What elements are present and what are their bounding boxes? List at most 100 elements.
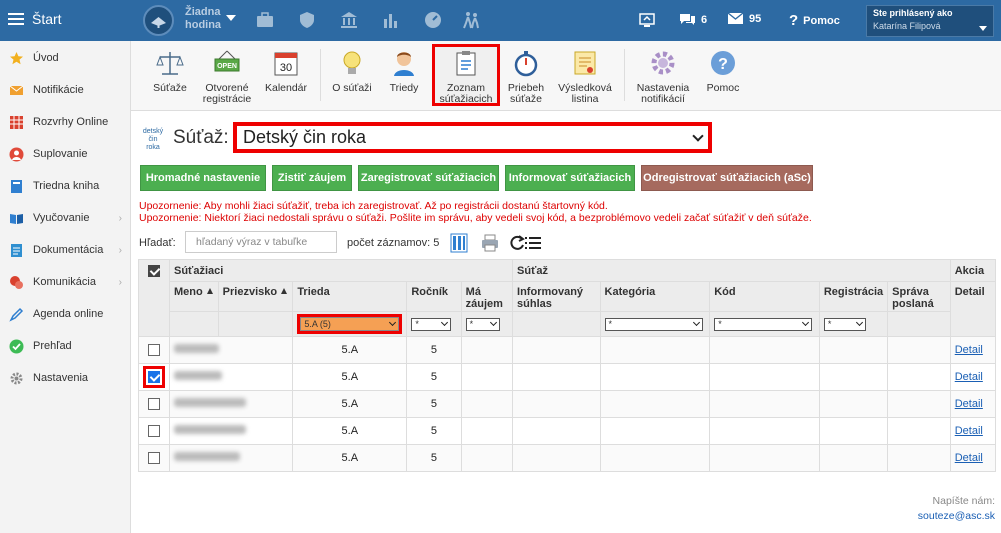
sidebar-item-triedna-kniha[interactable]: Triedna kniha: [0, 174, 130, 198]
class-cell: 5.A: [292, 363, 408, 391]
col-category[interactable]: Kategória: [599, 281, 711, 312]
filter-class-select[interactable]: 5.A (5): [300, 317, 400, 331]
col-class[interactable]: Trieda: [292, 281, 408, 312]
tool-about[interactable]: O súťaži: [328, 47, 376, 109]
contest-select[interactable]: Detský čin roka: [233, 122, 712, 153]
help-link[interactable]: ? Pomoc: [789, 12, 840, 29]
col-surname[interactable]: Priezvisko: [217, 281, 294, 312]
bar-chart-icon[interactable]: [382, 11, 400, 29]
tool-notification-settings[interactable]: Nastavenia notifikácií: [633, 47, 693, 109]
briefcase-icon[interactable]: [256, 11, 274, 29]
filter-code-value: *: [718, 319, 722, 329]
name-cell: [168, 417, 294, 445]
building-icon[interactable]: [340, 11, 358, 29]
tool-open-registrations[interactable]: OPEN Otvorené registrácie: [198, 47, 256, 109]
speedometer-icon[interactable]: [424, 11, 442, 29]
chevron-down-icon[interactable]: [979, 26, 987, 31]
bulk-settings-button[interactable]: Hromadné nastavenie: [140, 165, 266, 191]
filter-consent-cell: [512, 311, 601, 337]
grade-cell: 5: [406, 417, 462, 445]
row-checkbox[interactable]: [148, 398, 160, 411]
inform-button[interactable]: Informovať súťažiacich: [505, 165, 635, 191]
detail-link[interactable]: Detail: [955, 425, 983, 437]
filter-category-value: *: [608, 319, 613, 329]
calendar-grid-icon: [10, 115, 23, 129]
col-registration[interactable]: Registrácia: [818, 281, 889, 312]
row-select-cell: [138, 336, 170, 364]
table-row: 5.A 5 Detail: [138, 444, 997, 472]
logged-as-label: Ste prihlásený ako: [873, 8, 953, 18]
sidebar-item-label: Dokumentácia: [33, 244, 104, 256]
col-grade[interactable]: Ročník: [406, 281, 462, 312]
filter-registration-select[interactable]: *: [823, 317, 866, 331]
sidebar-item-uvod[interactable]: Úvod: [0, 46, 130, 70]
detail-link[interactable]: Detail: [955, 452, 983, 464]
tool-classes[interactable]: Triedy: [384, 47, 424, 109]
warning-register: Upozornenie: Aby mohli žiaci súťažiť, tr…: [139, 200, 608, 212]
tool-competitions[interactable]: Súťaže: [147, 47, 193, 109]
col-interest[interactable]: Má záujem: [460, 281, 514, 312]
messages-indicator[interactable]: 6: [679, 12, 707, 27]
detail-link[interactable]: Detail: [955, 398, 983, 410]
school-logo-icon[interactable]: [143, 5, 174, 36]
mail-indicator[interactable]: 95: [727, 12, 761, 25]
col-name[interactable]: Meno: [169, 281, 219, 312]
columns-icon[interactable]: [449, 233, 469, 253]
detail-link[interactable]: Detail: [955, 344, 983, 356]
sidebar-item-rozvrhy[interactable]: Rozvrhy Online: [0, 110, 130, 134]
register-button[interactable]: Zaregistrovať súťažiacich: [358, 165, 499, 191]
redacted-name: [174, 344, 219, 353]
sidebar-item-agenda[interactable]: Agenda online: [0, 302, 130, 326]
filter-grade-select[interactable]: *: [411, 317, 452, 331]
filter-registration-cell: *: [818, 311, 889, 337]
tool-progress[interactable]: Priebeh súťaže: [504, 47, 548, 109]
col-code[interactable]: Kód: [709, 281, 820, 312]
row-checkbox[interactable]: [148, 371, 160, 383]
sidebar-item-komunikacia[interactable]: Komunikácia ›: [0, 270, 130, 294]
search-input[interactable]: hľadaný výraz v tabuľke: [185, 231, 337, 253]
row-checkbox[interactable]: [148, 425, 160, 438]
filter-interest-select[interactable]: *: [465, 317, 500, 331]
cast-screen-icon[interactable]: [639, 12, 655, 28]
shield-icon[interactable]: [298, 11, 316, 29]
help-label: Pomoc: [803, 14, 840, 27]
contact-email-link[interactable]: souteze@asc.sk: [918, 510, 995, 522]
start-label: Štart: [32, 11, 62, 27]
filter-category-select[interactable]: *: [604, 317, 703, 331]
tool-help[interactable]: ? Pomoc: [703, 47, 743, 109]
sidebar-item-suplovanie[interactable]: Suplovanie: [0, 142, 130, 166]
hamburger-icon[interactable]: [8, 13, 24, 25]
lesson-selector[interactable]: Žiadna hodina: [185, 6, 221, 32]
list-icon[interactable]: [523, 233, 543, 253]
unregister-button[interactable]: Odregistrovať súťažiacich (aSc): [641, 165, 813, 191]
class-cell: 5.A: [292, 336, 408, 364]
sidebar-item-prehlad[interactable]: Prehľad: [0, 334, 130, 358]
row-checkbox[interactable]: [148, 452, 160, 465]
find-interest-button[interactable]: Zistiť záujem: [272, 165, 352, 191]
walking-people-icon[interactable]: [462, 11, 480, 29]
chevron-down-icon[interactable]: [226, 15, 236, 21]
print-icon[interactable]: [480, 233, 500, 253]
detail-link[interactable]: Detail: [955, 371, 983, 383]
toolbar-divider: [624, 49, 625, 101]
sidebar-item-nastavenia[interactable]: Nastavenia: [0, 366, 130, 390]
open-book-icon: [10, 213, 23, 224]
start-menu[interactable]: Štart: [8, 11, 62, 27]
tool-competitor-list[interactable]: Zoznam súťažiacich: [432, 44, 500, 106]
filter-code-select[interactable]: *: [714, 317, 813, 331]
question-mark-icon: ?: [789, 12, 799, 29]
tool-results[interactable]: Výsledková listina: [555, 47, 615, 109]
row-checkbox[interactable]: [148, 344, 160, 357]
detail-cell: Detail: [949, 336, 997, 364]
col-message[interactable]: Správa poslaná: [887, 281, 951, 312]
col-consent[interactable]: Informovaný súhlas: [512, 281, 601, 312]
select-all-checkbox[interactable]: [148, 265, 160, 278]
sidebar-item-vyucovanie[interactable]: Vyučovanie ›: [0, 206, 130, 230]
tool-calendar[interactable]: 30 Kalendár: [261, 47, 311, 109]
sidebar-item-notifikacie[interactable]: Notifikácie: [0, 78, 130, 102]
detail-cell: Detail: [949, 417, 997, 445]
tool-label: Súťaže: [153, 82, 187, 94]
filter-registration-value: *: [827, 319, 832, 329]
user-account-menu[interactable]: Ste prihlásený ako Katarína Filipová: [866, 5, 994, 37]
sidebar-item-dokumentacia[interactable]: Dokumentácia ›: [0, 238, 130, 262]
